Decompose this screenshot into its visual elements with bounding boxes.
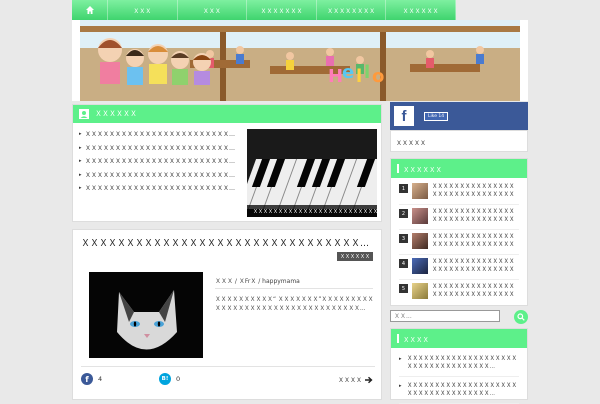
ranking-header: ＸＸＸＸＸＸ (391, 159, 527, 178)
title-marker (397, 164, 399, 173)
ranking-item-title: ＸＸＸＸＸＸＸＸＸＸＸＸＸＸＸＸＸＸＸＸＸＸＸＸＸＸＸＸＸＸＸＸＸＸＸ… (432, 234, 515, 248)
cat-image (89, 272, 203, 358)
facebook-count: 4 (98, 375, 103, 383)
ranking-thumbnail (412, 183, 428, 199)
popular-title: ＸＸＸＸ (403, 335, 429, 344)
ranking-item-title: ＸＸＸＸＸＸＸＸＸＸＸＸＸＸＸＸＸＸＸＸＸＸＸＸＸＸＸＸＸＸＸＸＸＸＸ… (432, 259, 515, 273)
news-panel: ＸＸＸＸＸＸ ＸＸＸＸＸＸＸＸＸＸＸＸＸＸＸＸＸＸＸＸＸＸＸＸＸＸＸＸＸＸＸＸＸ… (72, 104, 382, 222)
rank-number: 5 (399, 284, 408, 293)
svg-text:l: l (364, 62, 370, 83)
nav-item-4[interactable]: ＸＸＸＸＸＸＸＸ (317, 0, 387, 20)
classroom-scene: H e l l o (80, 20, 520, 101)
popular-list: ＸＸＸＸＸＸＸＸＸＸＸＸＸＸＸＸＸＸＸＸＸＸＸＸＸＸＸＸＸＸＸＸＸＸＸ… ＸＸＸ… (391, 348, 527, 404)
hatena-count: 0 (176, 375, 181, 383)
facebook-like-button[interactable]: Like 14 (424, 112, 449, 121)
ranking-thumbnail (412, 233, 428, 249)
popular-widget: ＸＸＸＸ ＸＸＸＸＸＸＸＸＸＸＸＸＸＸＸＸＸＸＸＸＸＸＸＸＸＸＸＸＸＸＸＸＸＸＸ… (390, 328, 528, 404)
article-meta: ＸＸＸ / ＸFrＸ / happymama (215, 278, 300, 285)
ranking-thumbnail (412, 258, 428, 274)
top-navigation: ＸＸＸ ＸＸＸ ＸＸＸＸＸＸＸ ＸＸＸＸＸＸＸＸ ＸＸＸＸＸＸ (72, 0, 456, 20)
ranking-item[interactable]: 4 ＸＸＸＸＸＸＸＸＸＸＸＸＸＸＸＸＸＸＸＸＸＸＸＸＸＸＸＸＸＸＸＸＸＸＸ… (399, 255, 519, 280)
news-item[interactable]: ＸＸＸＸＸＸＸＸＸＸＸＸＸＸＸＸＸＸＸＸＸＸＸＸＸＸＸＸＸＸＸＸＸＸ (79, 182, 241, 196)
ranking-item[interactable]: 5 ＸＸＸＸＸＸＸＸＸＸＸＸＸＸＸＸＸＸＸＸＸＸＸＸＸＸＸＸＸＸＸＸＸＸＸ… (399, 280, 519, 305)
read-more-link[interactable]: ＸＸＸＸ (338, 375, 373, 384)
search-form (390, 310, 528, 324)
nav-item-1[interactable]: ＸＸＸ (108, 0, 178, 20)
popular-item[interactable]: ＸＸＸＸＸＸＸＸＸＸＸＸＸＸＸＸＸＸＸＸＸＸＸＸＸＸＸＸＸＸＸＸＸＸＸ… (399, 350, 519, 377)
ranking-item[interactable]: 2 ＸＸＸＸＸＸＸＸＸＸＸＸＸＸＸＸＸＸＸＸＸＸＸＸＸＸＸＸＸＸＸＸＸＸＸ… (399, 205, 519, 230)
ranking-list: 1 ＸＸＸＸＸＸＸＸＸＸＸＸＸＸＸＸＸＸＸＸＸＸＸＸＸＸＸＸＸＸＸＸＸＸＸ… 2… (391, 178, 527, 305)
ranking-item-title: ＸＸＸＸＸＸＸＸＸＸＸＸＸＸＸＸＸＸＸＸＸＸＸＸＸＸＸＸＸＸＸＸＸＸＸ… (432, 209, 515, 223)
news-featured-image[interactable]: ＸＸＸＸＸＸＸＸＸＸＸＸＸＸＸＸＸＸＸＸＸＸＸＸＸＸＸＸＸＸＸ (247, 129, 377, 217)
home-icon (85, 6, 94, 14)
piano-keys-image (247, 129, 377, 217)
article-title[interactable]: ＸＸＸＸＸＸＸＸＸＸＸＸＸＸＸＸＸＸＸＸＸＸＸＸＸＸＸＸＸＸＸ… (81, 238, 377, 250)
ranking-widget: ＸＸＸＸＸＸ 1 ＸＸＸＸＸＸＸＸＸＸＸＸＸＸＸＸＸＸＸＸＸＸＸＸＸＸＸＸＸＸＸ… (390, 158, 528, 306)
ranking-thumbnail (412, 208, 428, 224)
facebook-plugin-text-box: ＸＸＸＸＸ (390, 130, 528, 152)
svg-text:l: l (356, 66, 362, 87)
rank-number: 2 (399, 209, 408, 218)
share-divider (81, 366, 375, 367)
meta-divider (215, 288, 373, 289)
news-header: ＸＸＸＸＸＸ (73, 105, 381, 123)
rank-number: 4 (399, 259, 408, 268)
facebook-logo-icon: f (394, 106, 414, 126)
rank-number: 1 (399, 184, 408, 193)
search-input[interactable] (390, 310, 500, 322)
ranking-item[interactable]: 1 ＸＸＸＸＸＸＸＸＸＸＸＸＸＸＸＸＸＸＸＸＸＸＸＸＸＸＸＸＸＸＸＸＸＸＸ… (399, 180, 519, 205)
popular-header: ＸＸＸＸ (391, 329, 527, 348)
article-thumbnail[interactable] (89, 272, 203, 358)
article-card: ＸＸＸＸＸＸＸＸＸＸＸＸＸＸＸＸＸＸＸＸＸＸＸＸＸＸＸＸＸＸＸ… ＸＸＸＸＸＸ … (72, 229, 382, 400)
facebook-icon: f (81, 373, 93, 385)
nav-item-3[interactable]: ＸＸＸＸＸＸＸ (247, 0, 317, 20)
ranking-item-title: ＸＸＸＸＸＸＸＸＸＸＸＸＸＸＸＸＸＸＸＸＸＸＸＸＸＸＸＸＸＸＸＸＸＸＸ… (432, 184, 515, 198)
facebook-share-button[interactable]: f 4 (81, 373, 102, 385)
facebook-page-box[interactable]: f Like 14 (390, 102, 528, 130)
news-item[interactable]: ＸＸＸＸＸＸＸＸＸＸＸＸＸＸＸＸＸＸＸＸＸＸＸＸＸＸＸＸＸＸＸＸＸＸＸ… (79, 169, 241, 183)
nav-item-5[interactable]: ＸＸＸＸＸＸ (386, 0, 456, 20)
site-header: H e l l o (72, 20, 528, 101)
facebook-plugin-text: ＸＸＸＸＸ (396, 140, 427, 147)
header-banner-image[interactable]: H e l l o (80, 20, 520, 101)
rank-number: 3 (399, 234, 408, 243)
svg-text:H: H (328, 66, 343, 87)
ranking-title: ＸＸＸＸＸＸ (403, 165, 442, 174)
read-more-label: ＸＸＸＸ (337, 377, 362, 384)
hatena-bookmark-button[interactable]: B! 0 (159, 373, 180, 385)
news-title: ＸＸＸＸＸＸ (95, 110, 137, 118)
arrow-right-icon (365, 376, 373, 383)
ranking-item[interactable]: 3 ＸＸＸＸＸＸＸＸＸＸＸＸＸＸＸＸＸＸＸＸＸＸＸＸＸＸＸＸＸＸＸＸＸＸＸ… (399, 230, 519, 255)
category-tag[interactable]: ＸＸＸＸＸＸ (336, 252, 373, 261)
news-list: ＸＸＸＸＸＸＸＸＸＸＸＸＸＸＸＸＸＸＸＸＸＸＸＸＸＸＸＸＸＸＸＸＸＸＸ… ＸＸＸ… (79, 128, 241, 196)
svg-text:e: e (342, 62, 354, 83)
ranking-item-title: ＸＸＸＸＸＸＸＸＸＸＸＸＸＸＸＸＸＸＸＸＸＸＸＸＸＸＸＸＸＸＸＸＸＸＸ… (432, 284, 515, 298)
search-icon (517, 313, 525, 321)
ranking-thumbnail (412, 283, 428, 299)
article-excerpt: ＸＸＸＸＸＸＸＸＸＸ“ ＸＸＸＸＸＸＸ”ＸＸＸＸＸＸＸＸＸＸＸＸＸＸＸＸＸＸＸＸ… (215, 297, 374, 312)
image-caption: ＸＸＸＸＸＸＸＸＸＸＸＸＸＸＸＸＸＸＸＸＸＸＸＸＸＸＸＸＸＸＸ (247, 205, 377, 217)
nav-item-2[interactable]: ＸＸＸ (178, 0, 248, 20)
home-button[interactable] (72, 0, 108, 20)
person-icon (79, 109, 89, 119)
news-item[interactable]: ＸＸＸＸＸＸＸＸＸＸＸＸＸＸＸＸＸＸＸＸＸＸＸＸＸＸＸＸＸＸＸＸＸＸＸ… (79, 155, 241, 169)
svg-text:o: o (372, 66, 384, 87)
news-item[interactable]: ＸＸＸＸＸＸＸＸＸＸＸＸＸＸＸＸＸＸＸＸＸＸＸＸＸＸＸＸＸＸＸＸＸＸＸ… (79, 128, 241, 142)
search-button[interactable] (514, 310, 528, 324)
title-marker (397, 334, 399, 343)
news-item[interactable]: ＸＸＸＸＸＸＸＸＸＸＸＸＸＸＸＸＸＸＸＸＸＸＸＸＸＸＸＸＸＸＸＸＸＸＸ… (79, 142, 241, 156)
hatena-bookmark-icon: B! (159, 373, 171, 385)
